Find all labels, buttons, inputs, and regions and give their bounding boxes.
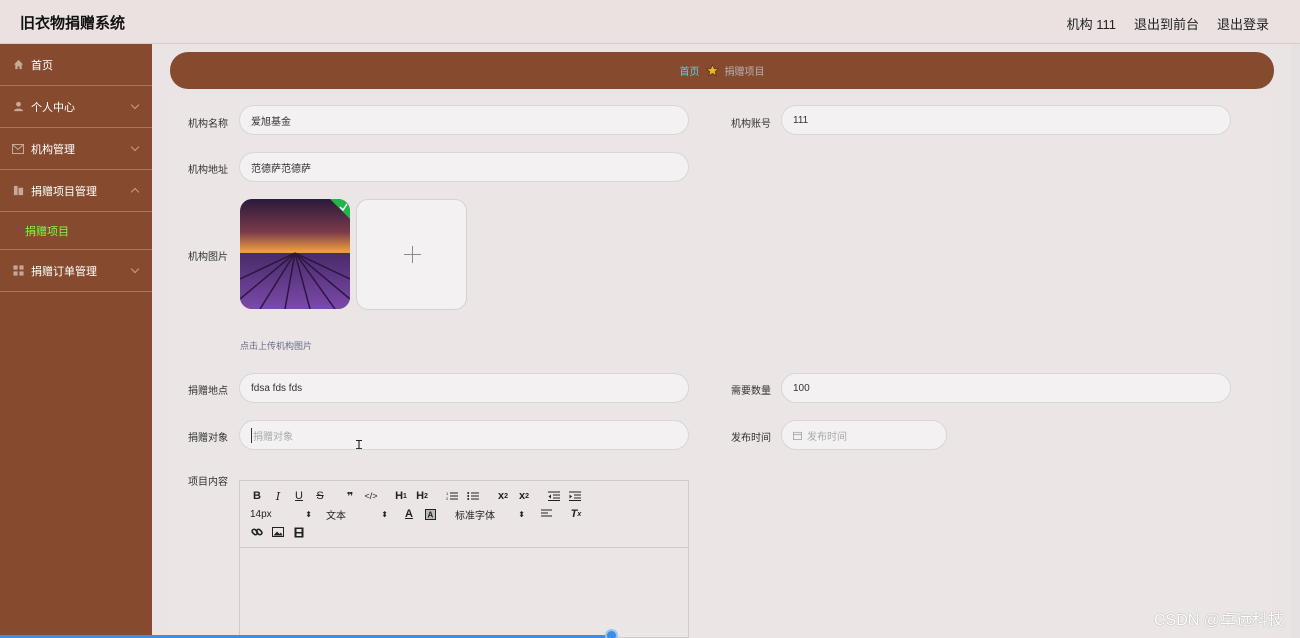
- org-address-label: 机构地址: [188, 165, 228, 176]
- current-user-label: 机构 111: [1066, 17, 1116, 32]
- editor-content-area[interactable]: [240, 548, 688, 638]
- home-icon: [12, 59, 24, 71]
- sidebar-item-project-management[interactable]: 捐赠项目管理: [0, 170, 152, 212]
- watermark: CSDN @卓远科技: [1153, 612, 1284, 629]
- user-icon: [12, 101, 24, 113]
- sidebar-item-label: 捐赠项目管理: [31, 185, 97, 198]
- sidebar-item-label: 机构管理: [31, 143, 75, 156]
- target-label: 捐赠对象: [188, 433, 228, 444]
- top-header: 旧衣物捐赠系统 机构 111 退出到前台 退出登录: [0, 0, 1300, 44]
- select-arrow-icon: ⬍: [518, 509, 525, 519]
- header-actions: 机构 111 退出到前台 退出登录: [1067, 14, 1269, 33]
- subscript-button[interactable]: x2: [496, 488, 510, 504]
- org-account-input[interactable]: 111: [781, 105, 1231, 135]
- org-name-input[interactable]: 爱旭基金: [239, 105, 689, 135]
- publish-time-label: 发布时间: [731, 433, 771, 444]
- book-icon: [12, 185, 24, 197]
- bullet-list-icon[interactable]: [466, 488, 480, 504]
- chevron-up-icon: [130, 187, 140, 197]
- content-label: 项目内容: [188, 477, 228, 488]
- block-type-select[interactable]: 文本 ⬍: [326, 507, 388, 522]
- grid-icon: [12, 265, 24, 277]
- chevron-down-icon: [130, 100, 140, 110]
- svg-text:A: A: [427, 510, 433, 519]
- target-input[interactable]: 捐赠对象: [239, 420, 689, 450]
- sidebar: 首页 个人中心 机构管理 捐赠项目管理 捐赠项目 捐赠订单管理: [0, 44, 152, 638]
- publish-time-picker[interactable]: 发布时间: [781, 420, 947, 450]
- underline-button[interactable]: U: [292, 488, 306, 504]
- org-account-label: 机构账号: [731, 119, 771, 130]
- sidebar-item-label: 捐赠订单管理: [31, 265, 97, 278]
- lavender-field-image: [240, 199, 350, 309]
- sidebar-item-label: 个人中心: [31, 101, 75, 114]
- indent-icon[interactable]: [568, 488, 582, 504]
- font-size-select[interactable]: 14px ⬍: [250, 509, 312, 520]
- publish-time-placeholder: 发布时间: [807, 431, 847, 443]
- background-color-icon[interactable]: A: [423, 506, 437, 522]
- breadcrumb: 首页 捐赠项目: [170, 52, 1274, 89]
- org-image-label: 机构图片: [188, 252, 228, 263]
- star-icon: [705, 64, 719, 77]
- app-title: 旧衣物捐赠系统: [20, 15, 126, 32]
- svg-text:2: 2: [446, 496, 449, 501]
- sidebar-item-home[interactable]: 首页: [0, 44, 152, 86]
- place-input[interactable]: fdsa fds fds: [239, 373, 689, 403]
- org-address-input[interactable]: 范德萨范德萨: [239, 152, 689, 182]
- select-arrow-icon: ⬍: [305, 509, 312, 519]
- font-size-value: 14px: [250, 508, 272, 520]
- mail-icon: [12, 143, 24, 155]
- code-block-button[interactable]: </>: [364, 488, 378, 504]
- font-family-value: 标准字体: [455, 510, 495, 522]
- video-icon[interactable]: [292, 524, 306, 540]
- go-front-link[interactable]: 退出到前台: [1134, 14, 1199, 33]
- logout-link[interactable]: 退出登录: [1217, 14, 1269, 33]
- chevron-down-icon: [130, 142, 140, 152]
- font-family-select[interactable]: 标准字体 ⬍: [455, 507, 525, 522]
- sidebar-item-personal-center[interactable]: 个人中心: [0, 86, 152, 128]
- ordered-list-icon[interactable]: 12: [445, 488, 459, 504]
- sidebar-item-order-management[interactable]: 捐赠订单管理: [0, 250, 152, 292]
- upload-tip: 点击上传机构图片: [240, 341, 313, 351]
- bold-button[interactable]: B: [250, 488, 264, 504]
- org-image-thumbnail[interactable]: [240, 199, 350, 309]
- font-color-button[interactable]: A: [402, 506, 416, 522]
- block-type-value: 文本: [326, 510, 346, 522]
- editor-toolbar: B I U S ❞ </> H1 H2 12 x2 x2 14px ⬍ 文本 ⬍…: [240, 481, 688, 548]
- sidebar-subitem-donation-project[interactable]: 捐赠项目: [0, 212, 152, 250]
- calendar-icon: [793, 431, 802, 440]
- heading2-button[interactable]: H2: [415, 488, 429, 504]
- image-icon[interactable]: [271, 524, 285, 540]
- quantity-input[interactable]: 100: [781, 373, 1231, 403]
- clear-format-button[interactable]: Tx: [569, 506, 583, 522]
- loading-indicator: [605, 629, 618, 638]
- italic-button[interactable]: I: [271, 488, 285, 504]
- sidebar-item-org-management[interactable]: 机构管理: [0, 128, 152, 170]
- outdent-icon[interactable]: [547, 488, 561, 504]
- align-left-icon[interactable]: [539, 506, 553, 522]
- strike-button[interactable]: S: [313, 488, 327, 504]
- breadcrumb-home[interactable]: 首页: [680, 63, 700, 78]
- sidebar-item-label: 首页: [31, 59, 53, 72]
- heading1-button[interactable]: H1: [394, 488, 408, 504]
- text-cursor-icon: Ｉ: [353, 438, 366, 452]
- rich-text-editor: B I U S ❞ </> H1 H2 12 x2 x2 14px ⬍ 文本 ⬍…: [239, 480, 689, 638]
- blockquote-button[interactable]: ❞: [343, 488, 357, 504]
- quantity-label: 需要数量: [731, 386, 771, 397]
- chevron-down-icon: [130, 264, 140, 274]
- place-label: 捐赠地点: [188, 386, 228, 397]
- page-scrollbar[interactable]: [1291, 44, 1300, 638]
- upload-image-button[interactable]: [356, 199, 467, 310]
- link-icon[interactable]: [250, 524, 264, 540]
- breadcrumb-current: 捐赠项目: [724, 67, 765, 78]
- org-name-label: 机构名称: [188, 119, 228, 130]
- select-arrow-icon: ⬍: [381, 509, 388, 519]
- superscript-button[interactable]: x2: [517, 488, 531, 504]
- target-placeholder: 捐赠对象: [251, 427, 293, 443]
